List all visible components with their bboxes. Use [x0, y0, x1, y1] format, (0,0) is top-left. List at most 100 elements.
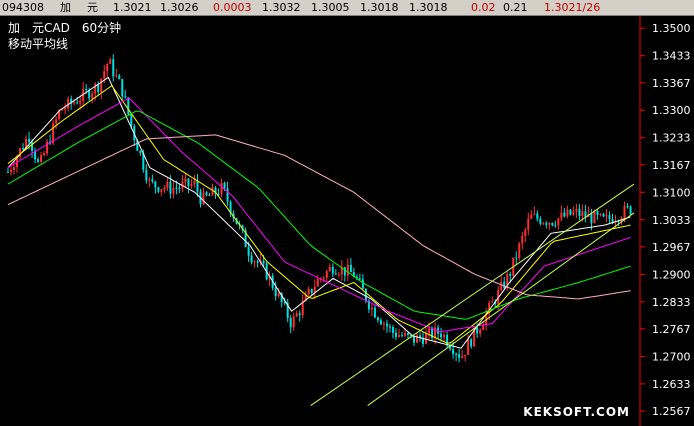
candle-body — [491, 301, 494, 303]
candle-body — [584, 211, 587, 218]
candle-body — [425, 333, 428, 344]
y-tick-label: 1.2700 — [652, 350, 691, 363]
candle-body — [548, 222, 551, 225]
candle-body — [476, 327, 479, 334]
candle-body — [542, 223, 545, 225]
candle-body — [608, 215, 611, 220]
candle-body — [530, 214, 533, 219]
candle-body — [343, 267, 346, 276]
candle-body — [539, 218, 542, 224]
candle-body — [349, 264, 352, 273]
candle-body — [118, 75, 121, 80]
candle-body — [202, 192, 205, 205]
quote-change: 0.0003 — [213, 1, 252, 14]
candle-body — [440, 333, 443, 338]
candle-body — [55, 119, 58, 124]
y-tick-label: 1.3233 — [652, 132, 691, 145]
y-tick-label: 1.3500 — [652, 22, 691, 35]
candle-body — [124, 96, 127, 98]
candle-body — [521, 236, 524, 244]
price-axis: 1.3500 1.3433 1.3367 1.3300 1.3233 1.3167 1.31… — [640, 22, 691, 418]
candle-body — [428, 328, 431, 334]
channel-line-1 — [310, 183, 635, 407]
candle-body — [527, 218, 530, 230]
channel-line-2 — [367, 212, 635, 406]
quote-prev: 1.3026 — [160, 1, 199, 14]
candle-body — [163, 187, 166, 190]
candle-body — [394, 332, 397, 337]
candle-body — [358, 278, 361, 280]
candle-body — [569, 209, 572, 215]
candle-body — [596, 211, 599, 215]
candle-body — [593, 211, 596, 224]
candle-body — [187, 178, 190, 187]
y-tick-label: 1.2767 — [652, 323, 691, 336]
candle-body — [178, 187, 181, 189]
candle-body — [563, 212, 566, 217]
candle-body — [373, 307, 376, 318]
candle-body — [100, 78, 103, 92]
candle-body — [388, 326, 391, 328]
candle-body — [536, 213, 539, 219]
candle-body — [376, 317, 379, 321]
y-tick-label: 1.2633 — [652, 378, 691, 391]
candle-body — [322, 277, 325, 279]
quote-bar: 094308 加 元 1.3021 1.3026 0.0003 1.3032 1… — [0, 0, 694, 16]
candle-body — [295, 313, 298, 317]
quote-name-2: 元 — [87, 1, 98, 14]
candle-body — [298, 313, 301, 315]
candle-body — [379, 320, 382, 325]
quote-low: 1.3005 — [311, 1, 350, 14]
quote-last2: 1.3018 — [409, 1, 448, 14]
candle-body — [139, 150, 142, 154]
candle-body — [61, 109, 64, 111]
candle-body — [482, 325, 485, 331]
candle-body — [391, 326, 394, 333]
y-tick-label: 1.3300 — [652, 104, 691, 117]
candle-body — [7, 171, 9, 173]
candle-body — [172, 187, 175, 194]
candle-body — [533, 213, 536, 215]
candle-body — [196, 180, 199, 192]
candle-body — [406, 332, 409, 335]
candle-body — [112, 59, 115, 77]
candle-body — [346, 264, 349, 276]
candle-body — [458, 354, 461, 358]
quote-high: 1.3032 — [262, 1, 301, 14]
candle-body — [515, 257, 518, 259]
candle-body — [211, 187, 214, 196]
candle-body — [575, 208, 578, 212]
candle-body — [91, 93, 94, 99]
candle-body — [581, 211, 584, 217]
candle-body — [455, 354, 458, 356]
candle-body — [334, 273, 337, 275]
candle-body — [64, 108, 67, 110]
candle-body — [331, 266, 334, 274]
candle-body — [452, 349, 455, 355]
candle-body — [43, 153, 46, 156]
candle-body — [73, 102, 76, 104]
y-tick-label: 1.3367 — [652, 77, 691, 90]
price-chart: 加 元CAD 60分钟 移动平均线 1.3500 1.3433 1.3367 1.33… — [7, 16, 691, 426]
y-tick-label: 1.3033 — [652, 214, 691, 227]
candle-body — [121, 79, 124, 97]
candle-body — [253, 261, 256, 263]
candle-body — [154, 181, 157, 188]
y-tick-label: 1.2967 — [652, 241, 691, 254]
candle-body — [220, 182, 223, 195]
candle-body — [205, 192, 208, 196]
candle-body — [467, 339, 470, 355]
y-tick-label: 1.3433 — [652, 50, 691, 63]
candle-body — [572, 211, 575, 215]
candle-body — [626, 205, 629, 207]
series-layer — [7, 54, 635, 407]
candle-body — [277, 293, 280, 297]
candle-body — [223, 182, 226, 189]
candle-body — [566, 209, 569, 217]
candle-body — [175, 187, 178, 189]
candle-body — [250, 255, 253, 263]
candle-body — [629, 206, 632, 215]
candle-body — [361, 279, 364, 289]
candle-body — [325, 271, 328, 278]
candle-body — [109, 59, 112, 64]
